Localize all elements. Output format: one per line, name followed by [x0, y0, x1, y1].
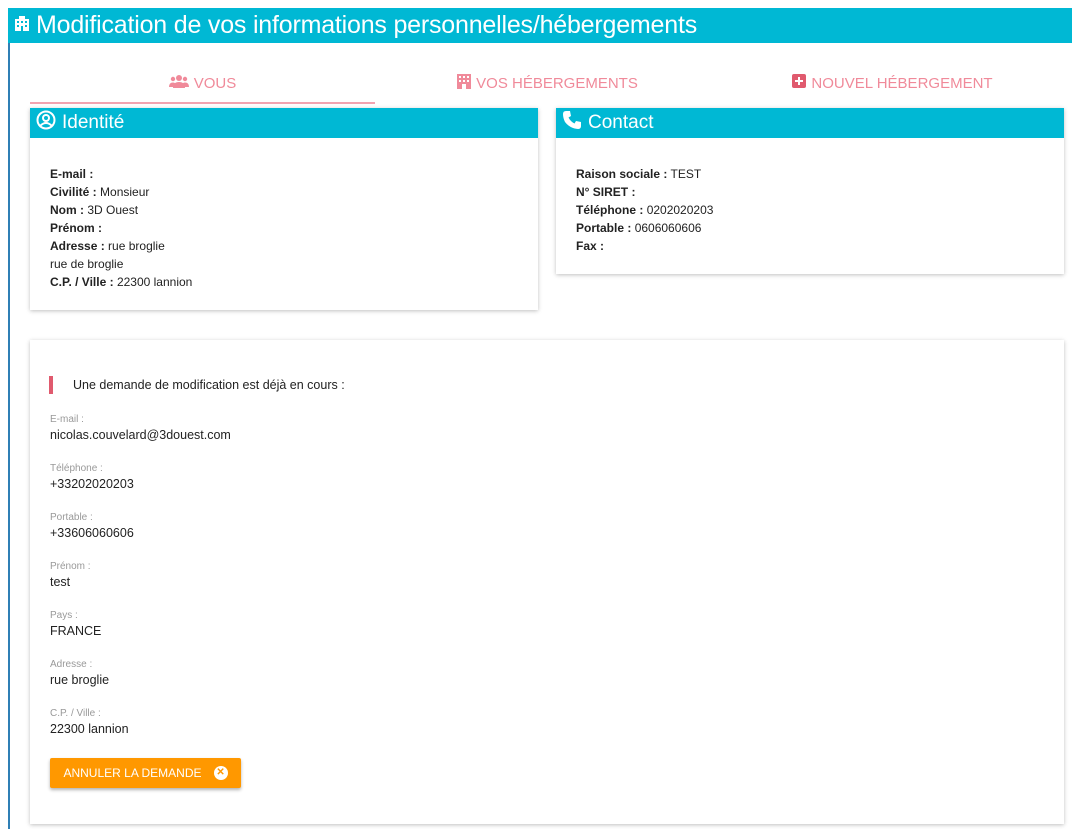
field-value: +33202020203	[50, 477, 134, 491]
identity-row: C.P. / Ville : 22300 lannion	[50, 275, 193, 289]
tab-label: VOS HÉBERGEMENTS	[476, 74, 638, 92]
field-label: Adresse :	[50, 659, 93, 670]
field-value: FRANCE	[50, 624, 102, 638]
request-field-phone: Téléphone : +33202020203	[50, 463, 134, 493]
contact-row: Fax :	[576, 239, 605, 253]
contact-row: Téléphone : 0202020203	[576, 203, 714, 217]
building-icon	[14, 15, 30, 36]
contact-row: Raison sociale : TEST	[576, 167, 702, 181]
field-label: Prénom :	[50, 561, 91, 572]
plus-square-icon	[792, 74, 807, 92]
identity-row: Prénom :	[50, 221, 103, 235]
cancel-request-button[interactable]: ANNULER LA DEMANDE ✕	[50, 758, 241, 788]
request-field-firstname: Prénom : test	[50, 561, 91, 591]
users-icon	[168, 74, 189, 92]
request-field-country: Pays : FRANCE	[50, 610, 101, 640]
identity-row: Adresse : rue broglie	[50, 239, 165, 253]
contact-card: Contact Raison sociale : TEST N° SIRET :…	[556, 108, 1064, 274]
request-field-mobile: Portable : +33606060606	[50, 512, 134, 542]
identity-row: rue de broglie	[50, 257, 124, 271]
field-label: Portable :	[50, 512, 93, 523]
pending-request-card: Une demande de modification est déjà en …	[30, 340, 1064, 824]
tab-accommodations[interactable]: VOS HÉBERGEMENTS	[375, 64, 720, 102]
contact-row: N° SIRET :	[576, 185, 636, 199]
request-field-address: Adresse : rue broglie	[50, 659, 109, 689]
page-header: Modification de vos informations personn…	[8, 8, 1072, 43]
hotel-icon	[457, 73, 472, 93]
identity-card-title: Identité	[62, 112, 125, 133]
field-label: Téléphone :	[50, 463, 103, 474]
field-label: E-mail :	[50, 414, 84, 425]
tab-new-accommodation[interactable]: NOUVEL HÉBERGEMENT	[720, 64, 1065, 102]
field-value: rue broglie	[50, 673, 110, 687]
identity-row: Nom : 3D Ouest	[50, 203, 139, 217]
contact-card-header: Contact	[556, 108, 1064, 138]
field-label: Pays :	[50, 610, 78, 621]
identity-card-header: Identité	[30, 108, 538, 138]
user-circle-icon	[36, 110, 56, 136]
pending-request-notice: Une demande de modification est déjà en …	[49, 376, 345, 394]
identity-row: E-mail :	[50, 167, 94, 181]
close-circle-icon: ✕	[213, 766, 228, 780]
field-value: test	[50, 575, 71, 589]
request-field-city: C.P. / Ville : 22300 lannion	[50, 708, 129, 738]
tab-you[interactable]: VOUS	[30, 64, 375, 104]
tab-label: NOUVEL HÉBERGEMENT	[811, 74, 993, 92]
field-label: C.P. / Ville :	[50, 708, 101, 719]
cancel-request-label: ANNULER LA DEMANDE	[63, 766, 202, 780]
request-field-email: E-mail : nicolas.couvelard@3douest.com	[50, 414, 231, 444]
field-value: +33606060606	[50, 526, 134, 540]
field-value: nicolas.couvelard@3douest.com	[50, 428, 231, 442]
identity-row: Civilité : Monsieur	[50, 185, 150, 199]
contact-details: Raison sociale : TEST N° SIRET : Télépho…	[556, 138, 1064, 255]
page-title: Modification de vos informations personn…	[36, 11, 697, 39]
contact-row: Portable : 0606060606	[576, 221, 702, 235]
identity-details: E-mail : Civilité : Monsieur Nom : 3D Ou…	[30, 138, 538, 291]
identity-card: Identité E-mail : Civilité : Monsieur No…	[30, 108, 538, 310]
tab-bar: VOUS VOS HÉBERGEMENTS NOUVEL HÉBERGEMENT	[30, 64, 1065, 104]
tab-label: VOUS	[193, 74, 237, 92]
phone-icon	[562, 110, 582, 136]
contact-card-title: Contact	[588, 112, 654, 133]
field-value: 22300 lannion	[50, 722, 129, 736]
